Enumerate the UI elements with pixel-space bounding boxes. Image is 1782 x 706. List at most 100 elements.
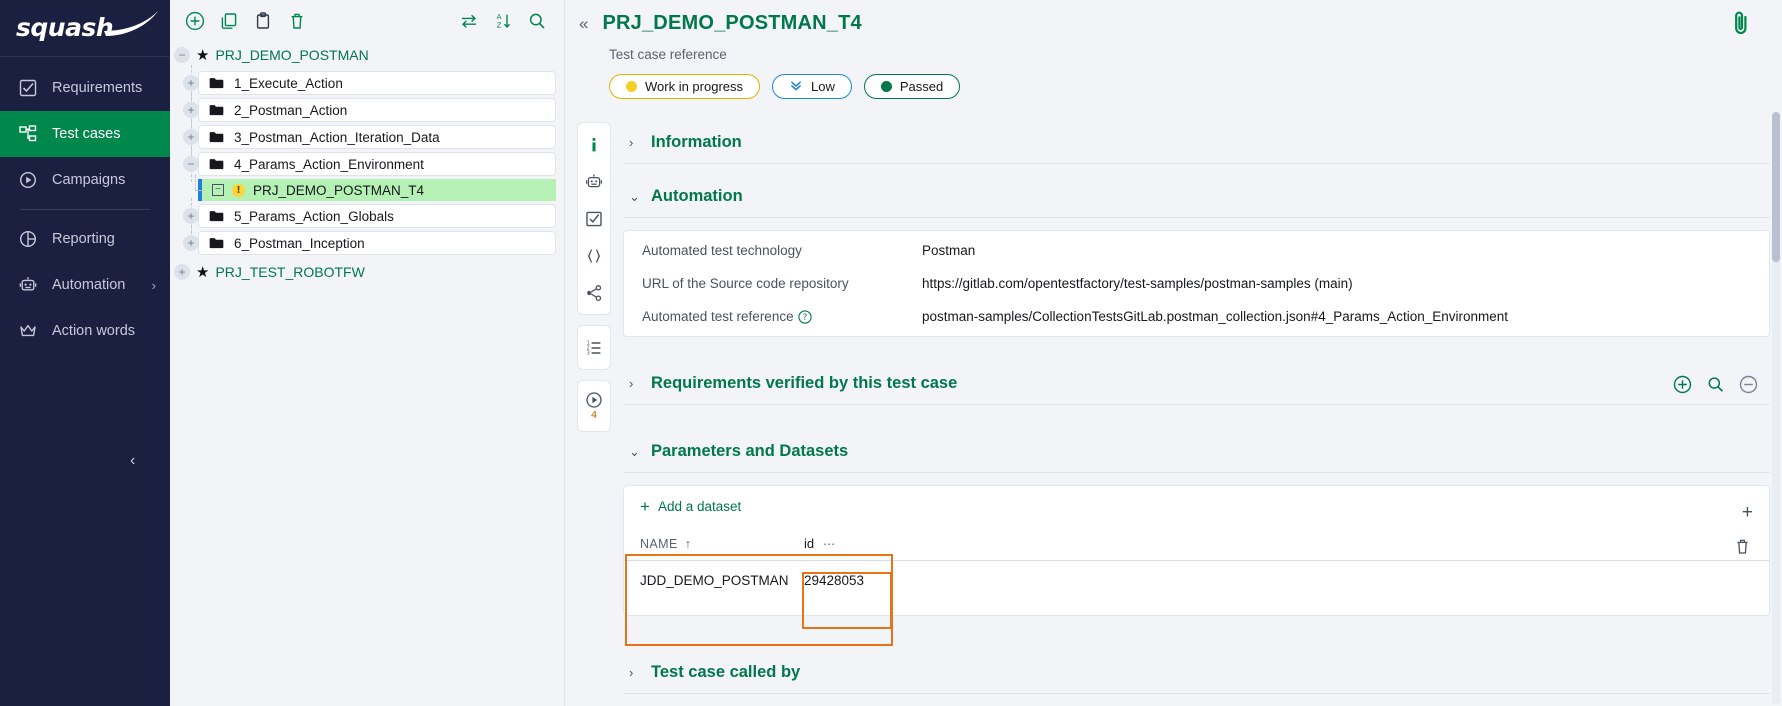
sidebar-item-action-words[interactable]: Action words bbox=[0, 308, 170, 354]
section-information[interactable]: › Information bbox=[623, 122, 1770, 164]
tree-expand-toggle[interactable]: + bbox=[174, 264, 190, 280]
tree-project-row[interactable]: + ★ PRJ_TEST_ROBOTFW bbox=[170, 259, 564, 285]
remove-requirement-icon[interactable] bbox=[1739, 375, 1758, 394]
chevron-right-icon[interactable]: › bbox=[629, 376, 639, 391]
section-test-case-called-by[interactable]: › Test case called by bbox=[623, 652, 1770, 694]
detail-scrollbar[interactable] bbox=[1772, 112, 1780, 704]
tree-project-row[interactable]: − ★ PRJ_DEMO_POSTMAN bbox=[170, 42, 564, 68]
chevron-right-icon[interactable]: › bbox=[629, 665, 639, 680]
information-icon[interactable] bbox=[578, 126, 610, 163]
tree-folder-row[interactable]: + 1_Execute_Action bbox=[170, 71, 564, 95]
detail-content: › Information ⌄ Automation Automated tes… bbox=[623, 122, 1770, 706]
priority-badge[interactable]: Low bbox=[772, 74, 852, 99]
delete-dataset-row-icon[interactable] bbox=[1734, 538, 1751, 560]
tree-folder-card[interactable]: 5_Params_Action_Globals bbox=[198, 204, 556, 228]
tree-test-case-card-selected[interactable]: − ! PRJ_DEMO_POSTMAN_T4 bbox=[198, 179, 556, 201]
svg-text:Z: Z bbox=[497, 22, 502, 30]
tree-folder-row[interactable]: + 3_Postman_Action_Iteration_Data bbox=[170, 125, 564, 149]
result-badge[interactable]: Passed bbox=[864, 74, 960, 99]
add-dataset-button[interactable]: + Add a dataset bbox=[624, 498, 741, 515]
column-header-name[interactable]: NAME ↑ bbox=[624, 537, 804, 551]
search-requirement-icon[interactable] bbox=[1706, 375, 1725, 394]
add-icon[interactable] bbox=[178, 6, 212, 36]
tree-collapse-toggle[interactable]: − bbox=[183, 156, 199, 172]
app-logo: squash bbox=[0, 0, 170, 57]
detail-header: « PRJ_DEMO_POSTMAN_T4 Test case referenc… bbox=[565, 0, 1782, 99]
add-parameter-column-icon[interactable]: + bbox=[1742, 502, 1753, 524]
tree-folder-row[interactable]: + 6_Postman_Inception bbox=[170, 231, 564, 255]
section-requirements[interactable]: › Requirements verified by this test cas… bbox=[623, 363, 1770, 405]
field-row: Automated test technology Postman bbox=[624, 237, 1769, 264]
tree-folder-row-expanded[interactable]: − 4_Params_Action_Environment bbox=[170, 152, 564, 176]
chevron-down-icon[interactable]: ⌄ bbox=[629, 189, 639, 205]
sidebar-item-requirements[interactable]: Requirements bbox=[0, 65, 170, 111]
copy-icon[interactable] bbox=[212, 6, 246, 36]
section-title: Automation bbox=[651, 187, 743, 206]
section-parameters-datasets[interactable]: ⌄ Parameters and Datasets bbox=[623, 431, 1770, 473]
sidebar-item-campaigns[interactable]: Campaigns bbox=[0, 157, 170, 203]
field-value: https://gitlab.com/opentestfactory/test-… bbox=[922, 276, 1353, 291]
sort-asc-icon[interactable]: ↑ bbox=[685, 537, 692, 551]
share-nodes-icon[interactable] bbox=[578, 274, 610, 311]
help-icon[interactable]: ? bbox=[798, 310, 812, 324]
sort-icon[interactable]: AZ bbox=[486, 6, 520, 36]
field-label: Automated test reference ? bbox=[642, 309, 922, 324]
sidebar-item-automation[interactable]: Automation › bbox=[0, 262, 170, 308]
tree-folder-row[interactable]: + 5_Params_Action_Globals bbox=[170, 204, 564, 228]
delete-icon[interactable] bbox=[280, 6, 314, 36]
tree-folder-card[interactable]: 3_Postman_Action_Iteration_Data bbox=[198, 125, 556, 149]
add-dataset-label: Add a dataset bbox=[658, 499, 741, 514]
collapse-sidebar-button[interactable]: ‹ bbox=[130, 452, 135, 470]
robot-icon[interactable] bbox=[578, 163, 610, 200]
add-requirement-icon[interactable] bbox=[1673, 375, 1692, 394]
field-label: Automated test technology bbox=[642, 243, 922, 258]
dataset-name-cell: JDD_DEMO_POSTMAN bbox=[624, 573, 804, 588]
tree-folder-card[interactable]: 2_Postman_Action bbox=[198, 98, 556, 122]
tree-collapse-toggle[interactable]: − bbox=[174, 47, 190, 63]
paperclip-icon[interactable] bbox=[1730, 8, 1752, 43]
logo-text: squash bbox=[16, 13, 113, 42]
list-ordered-icon[interactable]: 123 bbox=[578, 329, 610, 366]
tree-folder-card[interactable]: 1_Execute_Action bbox=[198, 71, 556, 95]
status-badge[interactable]: Work in progress bbox=[609, 74, 760, 99]
tree-expand-toggle[interactable]: + bbox=[183, 235, 199, 251]
folder-icon bbox=[209, 104, 224, 116]
tree-folder-row[interactable]: + 2_Postman_Action bbox=[170, 98, 564, 122]
sidebar-item-reporting[interactable]: Reporting bbox=[0, 216, 170, 262]
sidebar-item-label: Test cases bbox=[52, 126, 170, 142]
star-icon: ★ bbox=[196, 263, 209, 281]
tree-test-case-row[interactable]: − ! PRJ_DEMO_POSTMAN_T4 bbox=[170, 179, 564, 201]
datasets-table: NAME ↑ id ⋯ JDD_DEMO_POSTMAN 29428053 bbox=[624, 527, 1769, 599]
tree-expand-toggle[interactable]: + bbox=[183, 102, 199, 118]
checkbox-icon[interactable] bbox=[578, 200, 610, 237]
svg-text:A: A bbox=[497, 13, 502, 21]
chevron-right-icon[interactable]: › bbox=[629, 135, 639, 150]
tree-expand-toggle[interactable]: + bbox=[183, 208, 199, 224]
paste-icon[interactable] bbox=[246, 6, 280, 36]
rail-group-primary bbox=[577, 122, 611, 315]
table-row[interactable]: JDD_DEMO_POSTMAN 29428053 bbox=[624, 561, 1769, 599]
sidebar-item-label: Action words bbox=[52, 323, 170, 339]
braces-icon[interactable] bbox=[578, 237, 610, 274]
tree-folder-card[interactable]: 6_Postman_Inception bbox=[198, 231, 556, 255]
crown-icon bbox=[18, 321, 38, 341]
tree-collapse-toggle[interactable]: − bbox=[212, 184, 224, 196]
column-menu-icon[interactable]: ⋯ bbox=[823, 537, 837, 551]
sidebar-item-test-cases[interactable]: Test cases bbox=[0, 111, 170, 157]
collapse-tree-button[interactable]: « bbox=[579, 14, 588, 34]
section-automation[interactable]: ⌄ Automation bbox=[623, 176, 1770, 218]
chevron-down-icon[interactable]: ⌄ bbox=[629, 444, 639, 460]
chevron-right-icon[interactable]: › bbox=[152, 278, 156, 293]
scrollbar-thumb[interactable] bbox=[1772, 112, 1780, 262]
search-icon[interactable] bbox=[520, 6, 554, 36]
section-title: Requirements verified by this test case bbox=[651, 374, 957, 393]
move-icon[interactable] bbox=[452, 6, 486, 36]
status-badge-label: Work in progress bbox=[645, 79, 743, 94]
status-badge-group: Work in progress Low Passed bbox=[565, 62, 1782, 99]
tree-expand-toggle[interactable]: + bbox=[183, 75, 199, 91]
play-circle-icon[interactable]: 4 bbox=[578, 384, 610, 428]
tree-expand-toggle[interactable]: + bbox=[183, 129, 199, 145]
status-dot-icon bbox=[626, 81, 637, 92]
column-header-id[interactable]: id ⋯ bbox=[804, 536, 892, 551]
tree-folder-card[interactable]: 4_Params_Action_Environment bbox=[198, 152, 556, 176]
